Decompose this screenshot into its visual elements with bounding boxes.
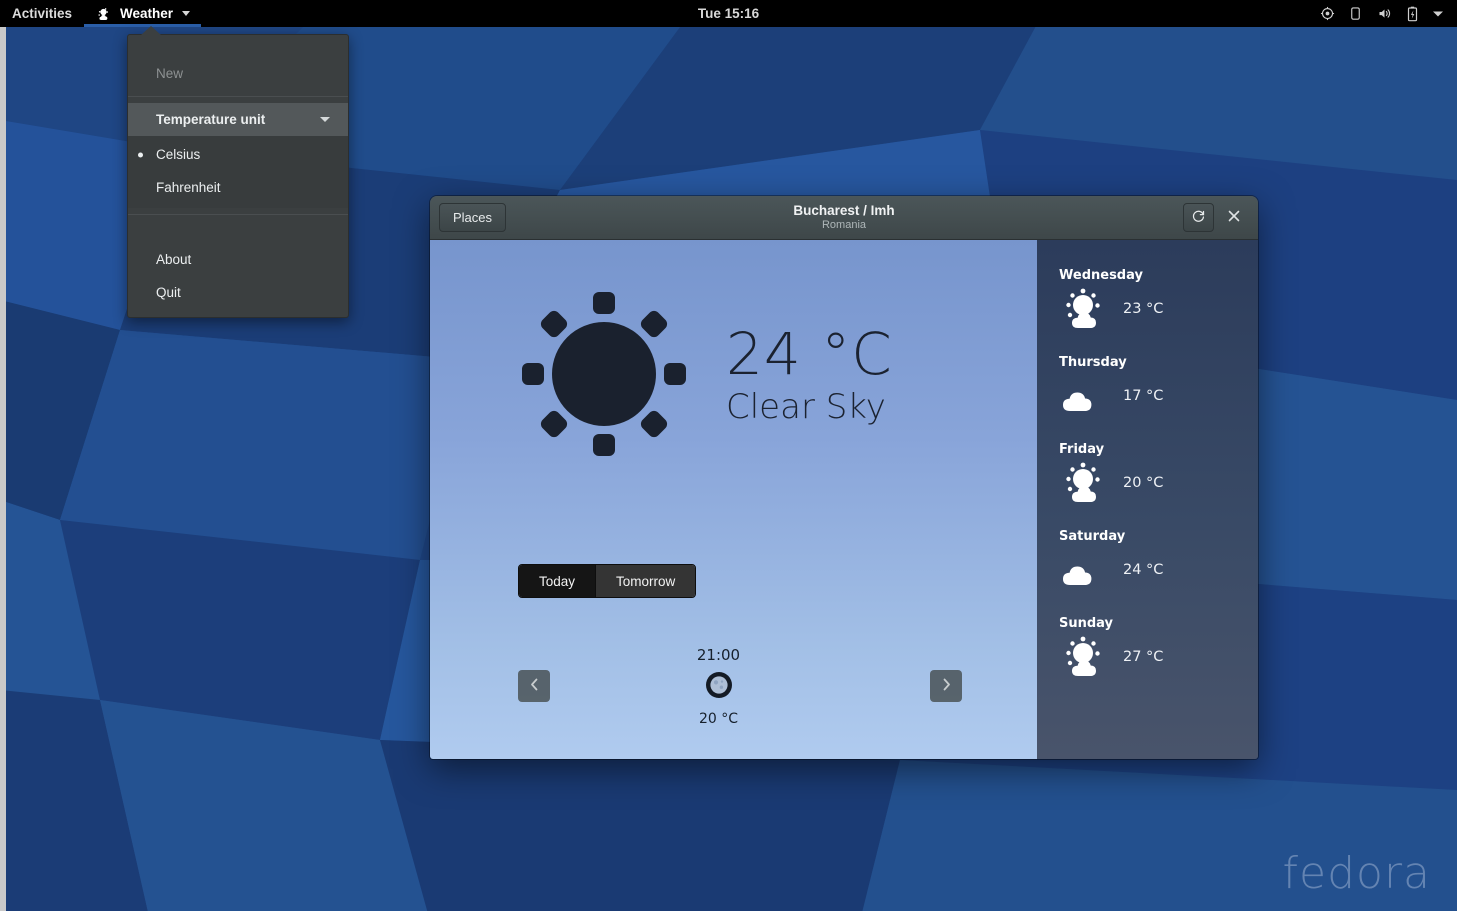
hourly-temperature: 20 °C [699,711,738,727]
chevron-left-icon [530,678,539,694]
weather-window: Places Bucharest / Imh Romania [430,196,1258,759]
temperature-unit-submenu: Celsius Fahrenheit [128,136,348,208]
refresh-icon [1191,208,1206,228]
places-button[interactable]: Places [439,203,506,232]
menu-item-celsius[interactable]: Celsius [128,138,348,171]
weather-few-clouds-icon [95,5,113,23]
forecast-row: 23 °C [1059,285,1258,333]
close-icon [1228,209,1240,226]
window-body: 24 °C Clear Sky Today Tomorrow 21:00 [430,240,1258,759]
activities-button[interactable]: Activities [0,0,84,27]
current-temperature: 24 °C [726,324,893,385]
close-button[interactable] [1218,203,1249,232]
current-readout: 24 °C Clear Sky [726,324,893,429]
refresh-button[interactable] [1183,203,1214,232]
menu-item-new[interactable]: New [128,57,348,90]
hourly-prev-button[interactable] [518,670,550,702]
window-title-block: Bucharest / Imh Romania [430,203,1258,233]
window-titlebar[interactable]: Places Bucharest / Imh Romania [430,196,1258,240]
sun-behind-cloud-icon [1059,633,1113,681]
display-icon[interactable] [1348,6,1363,21]
window-controls [1183,203,1249,232]
menu-mid-spacer [128,221,348,243]
menu-item-quit[interactable]: Quit [128,276,348,309]
menu-item-celsius-label: Celsius [156,147,200,162]
tab-today[interactable]: Today [519,565,595,597]
menu-pointer-arrow [141,26,161,35]
forecast-day-sunday[interactable]: Sunday 27 °C [1059,616,1258,681]
chevron-down-icon [320,117,330,122]
weekly-forecast-sidebar: Wednesday 23 °C Thursday [1037,240,1258,759]
app-menu-button[interactable]: Weather [84,0,201,27]
hourly-next-button[interactable] [930,670,962,702]
radio-selected-icon [138,152,143,157]
forecast-temperature: 20 °C [1123,475,1163,491]
forecast-row: 20 °C [1059,459,1258,507]
forecast-day-name: Saturday [1059,529,1258,544]
tab-tomorrow[interactable]: Tomorrow [595,565,695,597]
forecast-day-name: Sunday [1059,616,1258,631]
desktop-bottom-strip [0,911,1457,921]
menu-top-spacer [128,35,348,57]
hourly-forecast: 21:00 20 °C [430,626,1037,746]
app-dropdown-menu: New Temperature unit Celsius Fahrenheit … [127,34,349,318]
app-menu-label: Weather [120,6,173,21]
forecast-day-name: Friday [1059,442,1258,457]
forecast-day-name: Wednesday [1059,268,1258,283]
menu-item-temperature-unit-label: Temperature unit [156,112,265,127]
top-bar: Activities Weather Tue 15:16 [0,0,1457,27]
cloud-icon [1059,546,1113,594]
menu-item-temperature-unit[interactable]: Temperature unit [128,103,348,136]
forecast-day-saturday[interactable]: Saturday 24 °C [1059,529,1258,594]
chevron-down-icon[interactable] [1432,10,1444,18]
forecast-row: 17 °C [1059,372,1258,420]
desktop-left-edge [0,27,6,921]
forecast-temperature: 27 °C [1123,649,1163,665]
clock[interactable]: Tue 15:16 [0,6,1457,21]
sun-clear-icon [518,288,690,465]
menu-item-fahrenheit[interactable]: Fahrenheit [128,171,348,204]
forecast-temperature: 23 °C [1123,301,1163,317]
forecast-row: 24 °C [1059,546,1258,594]
forecast-day-wednesday[interactable]: Wednesday 23 °C [1059,268,1258,333]
menu-item-fahrenheit-label: Fahrenheit [156,180,221,195]
current-conditions: 24 °C Clear Sky [430,240,1037,465]
menu-item-quit-label: Quit [156,285,181,300]
day-toggle: Today Tomorrow [518,564,696,598]
menu-item-about-label: About [156,252,191,267]
forecast-day-name: Thursday [1059,355,1258,370]
forecast-temperature: 24 °C [1123,562,1163,578]
moon-clear-icon [704,670,734,705]
forecast-day-friday[interactable]: Friday 20 °C [1059,442,1258,507]
menu-item-new-label: New [156,66,183,81]
volume-icon[interactable] [1376,6,1393,21]
forecast-row: 27 °C [1059,633,1258,681]
menu-divider [128,214,348,215]
menu-item-about[interactable]: About [128,243,348,276]
page-subtitle: Romania [430,218,1258,232]
hourly-time: 21:00 [697,646,740,664]
cloud-icon [1059,372,1113,420]
sun-behind-cloud-icon [1059,285,1113,333]
system-tray [1320,6,1457,22]
sun-behind-cloud-icon [1059,459,1113,507]
chevron-right-icon [942,678,951,694]
forecast-temperature: 17 °C [1123,388,1163,404]
chevron-down-icon [182,11,190,16]
current-condition: Clear Sky [726,385,893,429]
location-icon[interactable] [1320,6,1335,21]
page-title: Bucharest / Imh [430,203,1258,219]
battery-charging-icon[interactable] [1406,6,1419,22]
fedora-watermark: fedora [1283,848,1431,899]
forecast-day-thursday[interactable]: Thursday 17 °C [1059,355,1258,420]
current-weather-pane: 24 °C Clear Sky Today Tomorrow 21:00 [430,240,1037,759]
menu-divider [128,96,348,97]
